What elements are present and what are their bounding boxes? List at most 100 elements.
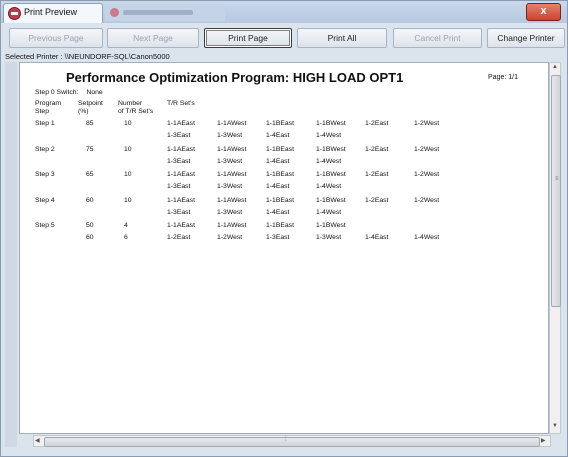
cell-tr-set: 1-1AWest [217, 120, 247, 127]
cell-tr-set: 1-3East [266, 234, 290, 241]
cell-tr-set: 1-1AWest [217, 222, 247, 229]
cell-tr-set: 1-4East [266, 183, 290, 190]
scroll-down-icon[interactable]: ▼ [552, 423, 558, 429]
header-number: Number of T/R Set's [118, 100, 153, 116]
cell-tr-set: 1-4West [316, 209, 342, 216]
cell-tr-set: 1-1BEast [266, 171, 294, 178]
cell-tr-set: 1-1BEast [266, 120, 294, 127]
cell-program-step: Step 3 [35, 171, 55, 178]
vertical-scroll-thumb[interactable]: ≡ [551, 75, 561, 307]
cell-tr-set: 1-3West [217, 132, 243, 139]
cell-number: 10 [124, 197, 132, 204]
cell-tr-set: 1-2East [365, 197, 389, 204]
left-panel-edge [5, 62, 17, 447]
cell-tr-set: 1-2East [365, 120, 389, 127]
header-program-step: Program Step [35, 100, 61, 116]
horizontal-scroll-thumb[interactable]: ⦙ [44, 436, 540, 447]
cell-tr-set: 1-1AWest [217, 197, 247, 204]
cell-tr-set: 1-3West [217, 209, 243, 216]
cell-tr-set: 1-1BWest [316, 197, 346, 204]
cell-setpoint: 75 [86, 146, 94, 153]
cell-tr-set: 1-1AEast [167, 171, 195, 178]
cell-tr-set: 1-1BEast [266, 222, 294, 229]
app-icon [8, 7, 21, 20]
cell-tr-set: 1-4West [414, 234, 440, 241]
step0-label: Step 0 Switch: [35, 89, 79, 96]
preview-page: Performance Optimization Program: HIGH L… [19, 62, 549, 434]
step0-value: None [86, 89, 103, 96]
cell-tr-set: 1-4West [316, 183, 342, 190]
cell-number: 10 [124, 171, 132, 178]
scroll-up-icon[interactable]: ▲ [552, 64, 558, 70]
header-number-unit: of T/R Set's [118, 108, 154, 115]
title-bar: Print Preview x [1, 1, 567, 23]
cell-tr-set: 1-1AWest [217, 171, 247, 178]
cell-program-step: Step 4 [35, 197, 55, 204]
cell-setpoint: 50 [86, 222, 94, 229]
cell-tr-set: 1-1BWest [316, 222, 346, 229]
cell-tr-set: 1-2West [414, 171, 440, 178]
cell-setpoint: 60 [86, 234, 94, 241]
cell-tr-set: 1-2West [217, 234, 243, 241]
cell-tr-set: 1-2West [414, 197, 440, 204]
cell-program-step: Step 2 [35, 146, 55, 153]
tab-background-window[interactable] [105, 5, 225, 21]
cell-number: 6 [124, 234, 128, 241]
cancel-print-button[interactable]: Cancel Print [393, 28, 482, 48]
vertical-scrollbar[interactable]: ▲ ≡ ▼ [549, 62, 561, 434]
cell-number: 10 [124, 120, 132, 127]
print-all-button[interactable]: Print All [297, 28, 387, 48]
header-setpoint: Setpoint (%) [78, 100, 103, 116]
cell-number: 4 [124, 222, 128, 229]
cell-tr-set: 1-1BEast [266, 146, 294, 153]
cell-tr-set: 1-3East [167, 209, 191, 216]
page-number: Page: 1/1 [488, 74, 518, 81]
cell-tr-set: 1-1BWest [316, 120, 346, 127]
cell-program-step: Step 5 [35, 222, 55, 229]
header-setpoint-label: Setpoint [78, 100, 103, 107]
cell-number: 10 [124, 146, 132, 153]
header-number-label: Number [118, 100, 143, 107]
close-button[interactable]: x [526, 3, 561, 21]
previous-page-button[interactable]: Previous Page [9, 28, 103, 48]
scroll-left-icon[interactable]: ◀ [35, 437, 40, 444]
cell-tr-set: 1-2East [365, 171, 389, 178]
cell-tr-set: 1-3East [167, 183, 191, 190]
horizontal-scrollbar[interactable]: ◀ ⦙ ▶ [33, 435, 551, 447]
tab-print-preview[interactable]: Print Preview [3, 3, 103, 23]
cell-setpoint: 65 [86, 171, 94, 178]
cell-tr-set: 1-1BEast [266, 197, 294, 204]
background-tab-title [123, 10, 193, 15]
cell-tr-set: 1-1AEast [167, 146, 195, 153]
print-page-button[interactable]: Print Page [204, 28, 292, 48]
cell-tr-set: 1-2West [414, 120, 440, 127]
print-preview-window: Print Preview x Previous Page Next Page … [0, 0, 568, 457]
cell-tr-set: 1-3West [217, 183, 243, 190]
cell-tr-set: 1-1AEast [167, 197, 195, 204]
cell-tr-set: 1-1AWest [217, 146, 247, 153]
selected-printer-label: Selected Printer : [5, 52, 63, 61]
background-app-icon [110, 8, 119, 17]
grip-icon: ≡ [555, 176, 559, 182]
cell-tr-set: 1-1BWest [316, 171, 346, 178]
cell-tr-set: 1-4East [266, 209, 290, 216]
cell-tr-set: 1-4East [365, 234, 389, 241]
cell-tr-set: 1-1AEast [167, 120, 195, 127]
header-program: Program [35, 100, 62, 107]
scroll-right-icon[interactable]: ▶ [541, 437, 546, 444]
cell-program-step: Step 1 [35, 120, 55, 127]
toolbar: Previous Page Next Page Print Page Print… [5, 28, 565, 50]
header-step: Step [35, 108, 49, 115]
selected-printer-name: \\NEUNDORF-SQL\Canon5000 [64, 52, 170, 61]
header-tr-sets: T/R Set's [167, 100, 195, 107]
cell-tr-set: 1-3East [167, 132, 191, 139]
next-page-button[interactable]: Next Page [107, 28, 199, 48]
cell-setpoint: 85 [86, 120, 94, 127]
cell-setpoint: 60 [86, 197, 94, 204]
change-printer-button[interactable]: Change Printer [487, 28, 565, 48]
cell-tr-set: 1-3West [217, 158, 243, 165]
header-setpoint-unit: (%) [78, 108, 89, 115]
cell-tr-set: 1-2West [414, 146, 440, 153]
cell-tr-set: 1-4East [266, 158, 290, 165]
step0-switch: Step 0 Switch: None [35, 89, 103, 96]
